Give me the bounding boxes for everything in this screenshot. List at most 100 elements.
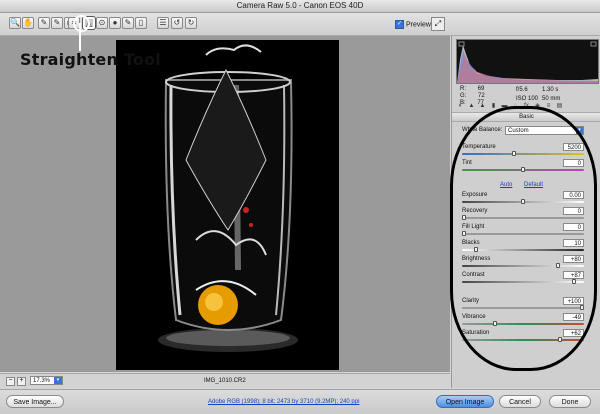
preferences-icon[interactable]: ☰ [157,17,169,29]
brightness-label: Brightness [462,256,491,262]
clarity-label: Clarity [462,298,480,304]
spot-removal-tool-icon[interactable]: ⊙ [96,17,108,29]
recovery-slider-track[interactable] [462,217,584,219]
toolbar: 🔍✋✎✎◎⌗△⊙●✎▯☰↺↻ ✓Preview ⤢ [0,13,600,36]
annotation-circle [73,15,90,32]
chevron-down-icon: ▾ [576,127,583,134]
contrast-slider-track[interactable] [462,281,584,283]
exposure-value-field[interactable]: 0.00 [563,191,584,199]
annotation-pointer [79,23,81,51]
fullscreen-button[interactable]: ⤢ [431,17,445,31]
auto-default-links: Auto Default [500,182,553,188]
fill-light-label: Fill Light [462,224,485,230]
histogram [456,39,599,84]
recovery-value-field[interactable]: 0 [563,207,584,215]
default-link[interactable]: Default [524,182,543,188]
graduated-filter-icon[interactable]: ▯ [135,17,147,29]
fill-light-slider-track[interactable] [462,233,584,235]
zoom-level-select[interactable]: 17.3% ▾ [30,376,63,385]
adjustment-brush-icon[interactable]: ✎ [122,17,134,29]
exposure-slider-thumb[interactable] [521,199,525,204]
adjustment-panel: R: 69 G: 72 B: 77 f/5.6 1.30 s ISO 100 5… [451,36,600,388]
clarity-slider-track[interactable] [462,307,584,309]
contrast-slider-thumb[interactable] [572,279,576,284]
g-label: G: [460,93,467,99]
recovery-label: Recovery [462,208,488,214]
bottom-bar: Save Image... Adobe RGB (1998); 8 bit; 2… [0,389,600,414]
tint-label: Tint [462,160,472,166]
rotate-ccw-icon[interactable]: ↺ [171,17,183,29]
save-image-button[interactable]: Save Image... [6,395,64,408]
temperature-slider-track[interactable] [462,153,584,155]
rotate-cw-icon[interactable]: ↻ [185,17,197,29]
workflow-options-link[interactable]: Adobe RGB (1998); 8 bit; 2473 by 3710 (9… [208,399,359,405]
white-balance-tool-icon[interactable]: ✎ [38,17,50,29]
contrast-label: Contrast [462,272,485,278]
saturation-slider-thumb[interactable] [558,337,562,342]
saturation-label: Saturation [462,330,490,336]
tab-split-toning[interactable]: ▬ [500,102,509,110]
saturation-slider-track[interactable] [462,339,584,341]
white-balance-select[interactable]: Custom ▾ [505,126,584,135]
tab-lens[interactable]: ◌ [511,102,520,110]
vibrance-value-field[interactable]: -49 [563,313,584,321]
blacks-slider-thumb[interactable] [474,247,478,252]
saturation-value-field[interactable]: +62 [563,329,584,337]
tint-value-field[interactable]: 0 [563,159,584,167]
contrast-value-field[interactable]: +87 [563,271,584,279]
exposure-label: Exposure [462,192,488,198]
fill-light-slider-thumb[interactable] [462,231,466,236]
clarity-value-field[interactable]: +100 [563,297,584,305]
clarity-slider-thumb[interactable] [580,305,584,310]
color-sampler-tool-icon[interactable]: ✎ [51,17,63,29]
temperature-value-field[interactable]: 5200 [563,143,584,151]
vibrance-slider-thumb[interactable] [493,321,497,326]
photo-preview [116,40,339,370]
tint-slider-thumb[interactable] [521,167,525,172]
annotation-label: Straighten Tool [20,50,161,69]
brightness-slider-track[interactable] [462,265,584,267]
cancel-button[interactable]: Cancel [499,395,541,408]
tab-detail[interactable]: ▲ [478,102,487,110]
tab-basic[interactable]: ◐ [456,102,465,110]
panel-tabs: ◐ ▲ ▲ ▮ ▬ ◌ fx ◈ ≡ ▤ [452,102,600,110]
vibrance-label: Vibrance [462,314,486,320]
tab-tone-curve[interactable]: ▲ [467,102,476,110]
photo-image [116,40,339,370]
zoom-tool-icon[interactable]: 🔍 [9,17,21,29]
brightness-slider-thumb[interactable] [556,263,560,268]
open-image-button[interactable]: Open Image [436,395,494,408]
aperture: f/5.6 [516,87,528,93]
preview-label: Preview [406,21,431,29]
hand-tool-icon[interactable]: ✋ [22,17,34,29]
status-bar: − + 17.3% ▾ IMG_1010.CR2 [0,373,450,388]
temperature-label: Temperature [462,144,496,150]
tab-snapshots[interactable]: ▤ [555,102,564,110]
temperature-slider-thumb[interactable] [512,151,516,156]
done-button[interactable]: Done [549,395,591,408]
preview-checkbox[interactable]: ✓ [395,20,404,29]
tab-camera-calibration[interactable]: ◈ [533,102,542,110]
white-balance-label: White Balance: [462,127,503,133]
preview-canvas[interactable] [0,36,450,372]
tab-presets[interactable]: ≡ [544,102,553,110]
tab-effects[interactable]: fx [522,102,531,110]
blacks-value-field[interactable]: 10 [563,239,584,247]
brightness-value-field[interactable]: +80 [563,255,584,263]
r-value: 69 [477,86,485,92]
auto-link[interactable]: Auto [500,182,512,188]
shutter-speed: 1.30 s [542,87,559,93]
zoom-in-button[interactable]: + [17,377,26,386]
section-title: Basic [452,112,600,122]
zoom-out-button[interactable]: − [6,377,15,386]
window-title: Camera Raw 5.0 - Canon EOS 40D [0,0,600,13]
blacks-slider-track[interactable] [462,249,584,251]
preview-toggle[interactable]: ✓ Preview [395,20,431,29]
recovery-slider-thumb[interactable] [462,215,466,220]
vibrance-slider-track[interactable] [462,323,584,325]
red-eye-tool-icon[interactable]: ● [109,17,121,29]
histogram-graph [457,41,598,83]
tab-hsl[interactable]: ▮ [489,102,498,110]
fill-light-value-field[interactable]: 0 [563,223,584,231]
chevron-down-icon: ▾ [54,377,62,384]
